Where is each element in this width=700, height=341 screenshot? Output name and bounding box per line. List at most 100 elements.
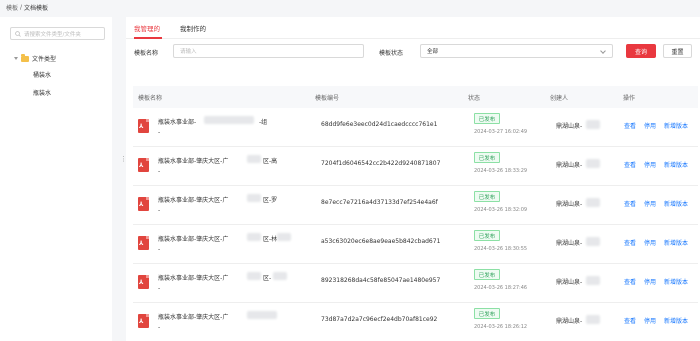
redacted-text [586, 159, 600, 168]
redacted-text [247, 272, 261, 280]
creator: 鼎湖山泉- [556, 318, 583, 325]
tree-node-label: 瓶装水 [33, 90, 52, 97]
breadcrumb-separator: / [20, 3, 23, 11]
disable-link[interactable]: 停用 [644, 277, 656, 286]
redacted-text [586, 198, 600, 207]
view-link[interactable]: 查看 [624, 160, 636, 169]
breadcrumb-parent[interactable]: 模板 [6, 3, 18, 12]
template-name-cont: - [158, 285, 161, 292]
disable-link[interactable]: 停用 [644, 121, 656, 130]
breadcrumb-current: 文档模板 [24, 4, 49, 12]
pdf-icon: ⅄ [138, 275, 149, 289]
template-code: 8e7ecc7e7216a4d37133d7ef254e4a6f [321, 199, 438, 206]
breadcrumb: 模板 / 文档模板 [6, 2, 48, 12]
table-row: ⅄ 瓶装水事业部-肇庆大区-广 区-林 - a53c63020ec6e8ae9e… [133, 225, 698, 264]
main-panel: 我管理的 我制作的 模板名称 请输入 模板状态 全部 查询 重置 模板名称 模板… [126, 17, 700, 341]
view-link[interactable]: 查看 [624, 199, 636, 208]
template-code: 892318268da4c58fe85047ae1480e957 [321, 277, 441, 284]
tree-node-root[interactable]: 文件类型 [14, 54, 56, 63]
status-badge: 已发布 [474, 230, 500, 241]
tree-node-root-label: 文件类型 [32, 56, 57, 63]
status-badge: 已发布 [474, 191, 500, 202]
new-version-link[interactable]: 新增版本 [664, 238, 688, 247]
tree-node-item[interactable]: 桶装水 [33, 70, 51, 79]
tab-created[interactable]: 我制作的 [180, 23, 206, 33]
redacted-text [586, 315, 600, 324]
template-code: a53c63020ec6e8ae9eae5b842cbad671 [321, 238, 441, 245]
template-name-tail: 区-高 [263, 158, 278, 165]
template-status-value: 全部 [427, 49, 439, 55]
disable-link[interactable]: 停用 [644, 160, 656, 169]
redacted-text [586, 120, 600, 129]
status-time: 2024-03-26 18:26:12 [474, 324, 528, 330]
template-code: 68dd9fe6e3eec0d24d1caedcccc761e1 [321, 121, 438, 128]
tree-search-placeholder: 请搜索文件类型/文件夹 [24, 31, 81, 38]
column-header: 创建人 [550, 95, 569, 102]
template-name-cont: - [158, 207, 161, 214]
active-tab-indicator [134, 37, 162, 39]
view-link[interactable]: 查看 [624, 238, 636, 247]
column-header: 操作 [623, 95, 636, 102]
tree-node-label: 桶装水 [33, 72, 52, 79]
template-name-placeholder: 请输入 [180, 49, 197, 55]
pdf-icon: ⅄ [138, 236, 149, 250]
table-row: ⅄ 瓶装水事业部-肇庆大区-广 区-罗 - 8e7ecc7e7216a4d371… [133, 186, 698, 225]
tree-node-item[interactable]: 瓶装水 [33, 88, 51, 97]
new-version-link[interactable]: 新增版本 [664, 277, 688, 286]
table-row: ⅄ 瓶装水事业部-肇庆大区-广 区-高 - 7204f1d6046542cc2b… [133, 147, 698, 186]
table-row: ⅄ 瓶装水事业部-肇庆大区-广 区- - 892318268da4c58fe85… [133, 264, 698, 303]
template-name-cont: - [158, 168, 161, 175]
redacted-text [247, 311, 277, 319]
view-link[interactable]: 查看 [624, 121, 636, 130]
table-row: ⅄ 瓶装水事业部- -组 - 68dd9fe6e3eec0d24d1caedcc… [133, 108, 698, 147]
query-button[interactable]: 查询 [626, 44, 656, 58]
template-name-cont: - [158, 129, 161, 136]
new-version-link[interactable]: 新增版本 [664, 199, 688, 208]
template-name-tail: 区-罗 [263, 197, 278, 204]
folder-icon [21, 54, 29, 62]
table-row: ⅄ 瓶装水事业部-肇庆大区-广 - 73d87a7d2a7c96ecf2e4db… [133, 303, 698, 341]
creator: 鼎湖山泉- [556, 123, 583, 130]
status-time: 2024-03-26 18:30:55 [474, 246, 528, 252]
search-icon [15, 30, 21, 37]
redacted-text [586, 237, 600, 246]
column-header: 模板编号 [315, 95, 340, 102]
tab-bar: 我管理的 我制作的 [126, 17, 700, 39]
creator: 鼎湖山泉- [556, 162, 583, 169]
status-badge: 已发布 [474, 308, 500, 319]
redacted-text [247, 155, 261, 163]
pdf-icon: ⅄ [138, 314, 149, 328]
file-type-sidebar: 请搜索文件类型/文件夹 文件类型 桶装水 瓶装水 [0, 17, 112, 341]
status-time: 2024-03-26 18:32:09 [474, 207, 528, 213]
status-badge: 已发布 [474, 152, 500, 163]
template-name-input[interactable]: 请输入 [173, 44, 364, 58]
redacted-text [586, 276, 600, 285]
new-version-link[interactable]: 新增版本 [664, 160, 688, 169]
caret-down-icon[interactable] [14, 57, 18, 60]
tab-managed[interactable]: 我管理的 [134, 23, 160, 33]
view-link[interactable]: 查看 [624, 277, 636, 286]
redacted-text [247, 233, 261, 241]
new-version-link[interactable]: 新增版本 [664, 316, 688, 325]
template-status-select[interactable]: 全部 [420, 44, 613, 58]
disable-link[interactable]: 停用 [644, 199, 656, 208]
status-badge: 已发布 [474, 269, 500, 280]
template-name-cont: - [158, 246, 161, 253]
reset-button[interactable]: 重置 [663, 44, 692, 58]
disable-link[interactable]: 停用 [644, 238, 656, 247]
template-name-cont: - [158, 324, 161, 331]
pdf-icon: ⅄ [138, 158, 149, 172]
template-name-label: 模板名称 [134, 50, 159, 57]
table-header: 模板名称 模板编号 状态 创建人 操作 [133, 86, 698, 108]
tree-search-input[interactable]: 请搜索文件类型/文件夹 [10, 27, 105, 40]
pdf-icon: ⅄ [138, 197, 149, 211]
status-time: 2024-03-26 18:27:46 [474, 285, 528, 291]
disable-link[interactable]: 停用 [644, 316, 656, 325]
pdf-icon: ⅄ [138, 119, 149, 133]
chevron-down-icon [600, 48, 606, 54]
new-version-link[interactable]: 新增版本 [664, 121, 688, 130]
status-time: 2024-03-27 16:02:49 [474, 129, 528, 135]
template-status-label: 模板状态 [379, 50, 404, 57]
creator: 鼎湖山泉- [556, 240, 583, 247]
view-link[interactable]: 查看 [624, 316, 636, 325]
